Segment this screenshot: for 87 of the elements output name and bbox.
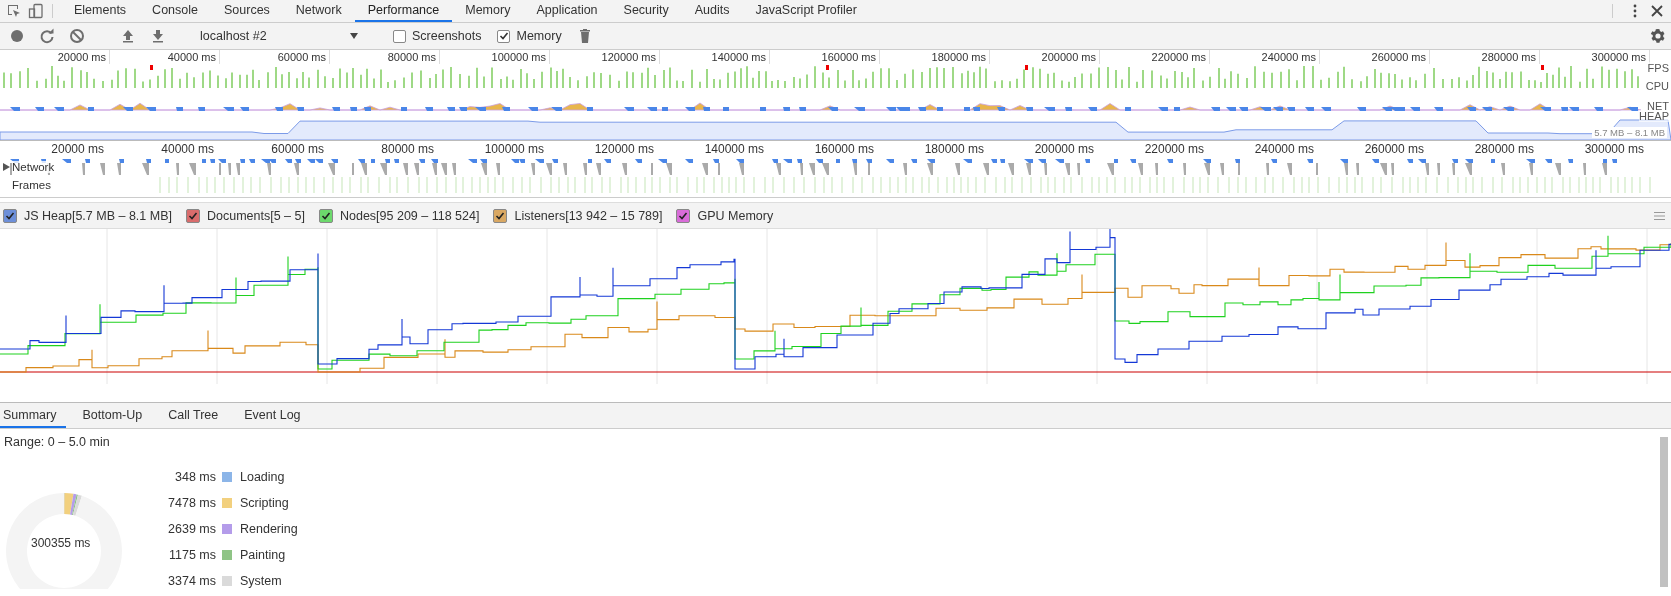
track-label: CPU xyxy=(1645,80,1669,92)
caret-icon[interactable] xyxy=(350,33,358,39)
time-label: 280000 ms xyxy=(1430,50,1540,64)
time-label: 240000 ms xyxy=(1210,50,1320,64)
counter-label: Nodes[95 209 – 118 524] xyxy=(339,208,480,223)
time-label: 100000 ms xyxy=(440,50,550,64)
time-label: 120000 ms xyxy=(550,50,660,64)
counter-checkbox[interactable] xyxy=(676,208,691,223)
time-label: 20000 ms xyxy=(50,141,105,158)
counter-label: Documents[5 – 5] xyxy=(207,208,305,223)
time-label: 40000 ms xyxy=(110,50,220,64)
scrollbar-thumb[interactable] xyxy=(1660,437,1668,587)
time-label: 240000 ms xyxy=(1253,141,1315,158)
panel-tab[interactable]: JavaScript Profiler xyxy=(742,0,870,22)
time-label: 100000 ms xyxy=(483,141,545,158)
time-label: 140000 ms xyxy=(703,141,765,158)
time-label: 300000 ms xyxy=(1583,141,1645,158)
heap-range-label: 5.7 MB – 8.1 MB xyxy=(1592,127,1667,138)
total-time: 300355 ms xyxy=(31,536,91,550)
category-label: Rendering xyxy=(240,522,298,536)
menu-icon[interactable] xyxy=(1654,211,1665,220)
counter-checkbox[interactable] xyxy=(186,208,200,223)
time-label: 60000 ms xyxy=(270,141,325,158)
category-time: 2639 ms xyxy=(167,522,216,536)
time-label: 140000 ms xyxy=(660,50,770,64)
panel-tab[interactable]: Audits xyxy=(681,0,743,22)
time-label: 80000 ms xyxy=(380,141,435,158)
details-tab[interactable]: Bottom-Up xyxy=(72,403,153,428)
details-tab[interactable]: Event Log xyxy=(234,403,311,428)
category-label: Loading xyxy=(240,470,286,485)
time-label: 80000 ms xyxy=(330,50,440,64)
counter-checkbox[interactable] xyxy=(493,208,508,223)
time-label: 180000 ms xyxy=(923,141,985,158)
checkbox-label: Memory xyxy=(516,29,562,43)
time-label: 300000 ms xyxy=(1540,50,1650,64)
category-label: Painting xyxy=(240,547,287,562)
time-label: 60000 ms xyxy=(220,50,330,64)
track-label[interactable]: Network xyxy=(12,161,55,173)
time-label: 160000 ms xyxy=(770,50,880,64)
time-label: 20000 ms xyxy=(0,50,110,64)
time-label: 280000 ms xyxy=(1473,141,1535,158)
track-label: NET xyxy=(1647,100,1669,112)
time-label: 200000 ms xyxy=(1033,141,1095,158)
category-time: 7478 ms xyxy=(167,496,216,511)
time-label: 120000 ms xyxy=(593,141,655,158)
panel-tab[interactable]: Security xyxy=(610,0,682,22)
time-label: 160000 ms xyxy=(813,141,875,158)
checkbox[interactable] xyxy=(393,29,406,43)
panel-tab[interactable]: Console xyxy=(139,0,211,22)
time-label: 200000 ms xyxy=(990,50,1100,64)
panel-tab[interactable]: Sources xyxy=(211,0,283,22)
counter-label: Listeners[13 942 – 15 789] xyxy=(514,208,663,223)
category-label: Scripting xyxy=(240,496,290,511)
reload-icon[interactable] xyxy=(38,27,56,45)
panel-tab[interactable]: Network xyxy=(282,0,355,22)
time-label: 40000 ms xyxy=(160,141,215,158)
settings-icon[interactable] xyxy=(1649,27,1667,45)
category-label: System xyxy=(240,573,283,588)
details-tab[interactable]: Call Tree xyxy=(158,403,229,428)
time-label: 220000 ms xyxy=(1143,141,1205,158)
counter-label: GPU Memory xyxy=(697,208,774,223)
panel-tab[interactable]: Memory xyxy=(452,0,524,22)
time-label: 180000 ms xyxy=(880,50,990,64)
inspect-icon[interactable] xyxy=(6,3,22,19)
details-tab[interactable]: Summary xyxy=(0,403,67,428)
track-label: HEAP xyxy=(1639,110,1669,122)
track-label: FPS xyxy=(1647,62,1669,74)
clear-icon[interactable] xyxy=(68,27,86,45)
time-label: 260000 ms xyxy=(1320,50,1430,64)
counter-checkbox[interactable] xyxy=(318,208,333,223)
time-label: 260000 ms xyxy=(1363,141,1425,158)
record-icon[interactable] xyxy=(8,27,26,45)
panel-tab[interactable]: Application xyxy=(523,0,611,22)
close-icon[interactable] xyxy=(1649,3,1665,19)
category-time: 1175 ms xyxy=(168,547,216,562)
checkbox[interactable] xyxy=(497,29,511,43)
time-label: 220000 ms xyxy=(1100,50,1210,64)
counter-label: JS Heap[5.7 MB – 8.1 MB] xyxy=(24,208,172,223)
panel-tab[interactable]: Elements xyxy=(61,0,140,22)
target-select[interactable]: localhost #2 xyxy=(196,29,362,43)
category-time: 348 ms xyxy=(174,470,216,485)
checkbox-label: Screenshots xyxy=(412,29,482,43)
track-label: Frames xyxy=(12,179,51,191)
device-icon[interactable] xyxy=(28,3,44,19)
range-text: Range: 0 – 5.0 min xyxy=(4,435,111,449)
counter-checkbox[interactable] xyxy=(3,208,17,223)
category-time: 3374 ms xyxy=(167,573,216,588)
